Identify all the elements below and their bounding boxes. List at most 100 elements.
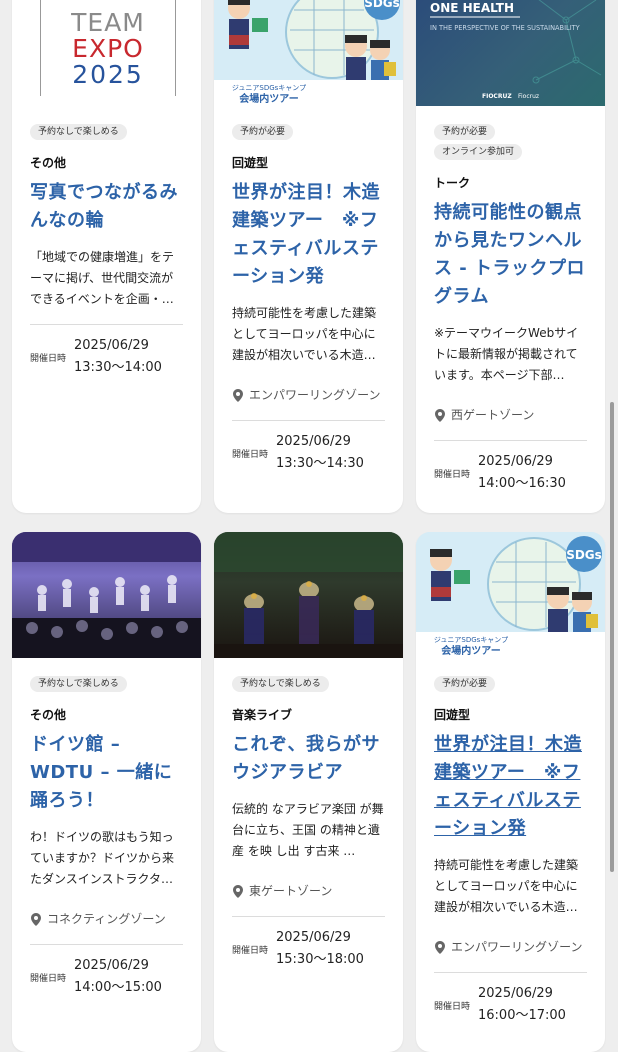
event-thumbnail[interactable]: ONE HEALTH IN THE PERSPECTIVE OF THE SUS… [416,0,605,106]
event-thumbnail[interactable]: SDGs ジュニアSDGsキャンプ 会場内ツアー [214,0,403,106]
event-title-link[interactable]: 写真でつながるみんなの輪 [30,179,183,235]
reservation-tag: 予約なしで楽しめる [30,676,127,692]
datetime-label: 開催日時 [30,353,67,364]
dance-performance-photo [12,532,201,658]
datetime-label: 開催日時 [434,1001,471,1012]
card-slot: ONE HEALTH IN THE PERSPECTIVE OF THE SUS… [416,0,605,513]
event-thumbnail[interactable] [214,532,403,658]
datetime-label: 開催日時 [232,449,269,460]
card-slot: TEAM EXPO 2025 予約なしで楽しめる その他 写真でつながるみんなの… [12,0,201,513]
event-card[interactable]: SDGs ジュニアSDGsキャンプ 会場内ツアー 予約が必要 回遊型 世界が注目… [214,0,403,513]
datetime-label: 開催日時 [30,973,67,984]
tag-list: 予約が必要 オンライン参加可 [434,124,587,160]
event-location: エンパワーリングゾーン [434,936,587,958]
event-datetime: 開催日時 2025/06/29 16:00～17:00 [434,972,587,1027]
event-category: 回遊型 [232,156,269,170]
sdgs-badge-text: SDGs [364,0,400,10]
tag-list: 予約が必要 [434,676,587,692]
reservation-tag: 予約が必要 [232,124,294,140]
event-description: 持続可能性を考慮した建築としてヨーロッパを中心に建設が相次いでいる木造… [232,306,377,362]
event-title-link[interactable]: 世界が注目！木造建築ツアー ※フェスティバルステーション発 [232,179,385,291]
card-body: 予約なしで楽しめる その他 写真でつながるみんなの輪 「地域での健康増進」をテー… [12,106,201,513]
card-body: 予約なしで楽しめる その他 ドイツ館 – WDTU – 一緒に踊ろう！ わ！ドイ… [12,658,201,1052]
sdgs-tour-illustration: SDGs ジュニアSDGsキャンプ 会場内ツアー [416,532,605,658]
event-category: 音楽ライブ [232,708,293,722]
location-pin-icon [435,941,445,954]
reservation-tag: 予約なしで楽しめる [232,676,329,692]
datetime-label: 開催日時 [232,945,269,956]
event-title-link[interactable]: 世界が注目！木造建築ツアー ※フェスティバルステーション発 [434,731,587,843]
logo-text-year: 2025 [72,60,144,89]
sdgs-tour-illustration: SDGs ジュニアSDGsキャンプ 会場内ツアー [214,0,403,106]
event-location: コネクティングゾーン [30,908,183,930]
event-datetime: 開催日時 2025/06/29 15:30～18:00 [232,916,385,971]
event-card[interactable]: SDGs ジュニアSDGsキャンプ 会場内ツアー 予約が必要 回遊型 世界が注目… [416,532,605,1052]
team-expo-logo: TEAM EXPO 2025 [40,0,176,96]
reservation-tag: 予約なしで楽しめる [30,124,127,140]
event-thumbnail[interactable] [12,532,201,658]
event-time: 13:30～14:00 [74,360,162,375]
card-slot: 予約なしで楽しめる 音楽ライブ これぞ、我らがサウジアラビア 伝統的 なアラビア… [214,532,403,1052]
event-date: 2025/06/29 [276,930,351,945]
event-category: トーク [434,176,471,190]
one-health-banner: ONE HEALTH IN THE PERSPECTIVE OF THE SUS… [430,0,602,100]
banner-title: ONE HEALTH [430,1,514,15]
location-pin-icon [31,913,41,926]
location-name: コネクティングゾーン [47,912,166,926]
event-title-link[interactable]: 持続可能性の観点から見たワンヘルス - トラックプログラム [434,199,587,311]
event-date: 2025/06/29 [478,986,553,1001]
card-slot: SDGs ジュニアSDGsキャンプ 会場内ツアー 予約が必要 回遊型 世界が注目… [214,0,403,513]
event-date: 2025/06/29 [276,434,351,449]
event-description: 伝統的 なアラビア楽団 が舞台に立ち、王国 の精神と遺産 を映 し出 す古来 … [232,802,384,858]
event-date: 2025/06/29 [478,454,553,469]
saudi-band-photo [214,532,403,658]
event-card[interactable]: 予約なしで楽しめる その他 ドイツ館 – WDTU – 一緒に踊ろう！ わ！ドイ… [12,532,201,1052]
event-card[interactable]: ONE HEALTH IN THE PERSPECTIVE OF THE SUS… [416,0,605,513]
sdgs-caption-line1: ジュニアSDGsキャンプ [434,636,508,644]
event-category: その他 [30,156,67,170]
event-thumbnail[interactable]: SDGs ジュニアSDGsキャンプ 会場内ツアー [416,532,605,658]
card-slot: SDGs ジュニアSDGsキャンプ 会場内ツアー 予約が必要 回遊型 世界が注目… [416,532,605,1052]
page-scrollbar[interactable] [610,402,614,872]
event-location: エンパワーリングゾーン [232,384,385,406]
datetime-label: 開催日時 [434,469,471,480]
event-date: 2025/06/29 [74,338,149,353]
event-location: 東ゲートゾーン [232,880,385,902]
event-description: 「地域での健康増進」をテーマに掲げ、世代間交流ができるイベントを企画・… [30,250,175,306]
event-time: 14:00～16:30 [478,476,566,491]
event-time: 14:00～15:00 [74,980,162,995]
banner-subtitle: IN THE PERSPECTIVE OF THE SUSTAINABILITY [430,24,581,32]
sdgs-badge-text: SDGs [566,548,602,562]
event-title-link[interactable]: ドイツ館 – WDTU – 一緒に踊ろう！ [30,731,183,815]
tag-list: 予約が必要 [232,124,385,140]
event-card[interactable]: TEAM EXPO 2025 予約なしで楽しめる その他 写真でつながるみんなの… [12,0,201,513]
logo-text-team: TEAM [71,8,145,37]
event-datetime: 開催日時 2025/06/29 13:30～14:00 [30,324,183,379]
event-description: わ！ドイツの歌はもう知っていますか？ドイツから来たダンスインストラクタ… [30,830,175,886]
event-time: 15:30～18:00 [276,952,364,967]
location-pin-icon [233,389,243,402]
event-datetime: 開催日時 2025/06/29 13:30～14:30 [232,420,385,475]
card-body: 予約なしで楽しめる 音楽ライブ これぞ、我らがサウジアラビア 伝統的 なアラビア… [214,658,403,1052]
event-category: 回遊型 [434,708,471,722]
tag-list: 予約なしで楽しめる [30,676,183,692]
tag-list: 予約なしで楽しめる [30,124,183,140]
tag-list: 予約なしで楽しめる [232,676,385,692]
event-date: 2025/06/29 [74,958,149,973]
card-body: 予約が必要 回遊型 世界が注目！木造建築ツアー ※フェスティバルステーション発 … [416,658,605,1052]
reservation-tag: 予約が必要 [434,676,496,692]
event-card[interactable]: 予約なしで楽しめる 音楽ライブ これぞ、我らがサウジアラビア 伝統的 なアラビア… [214,532,403,1052]
location-name: 西ゲートゾーン [451,408,535,422]
location-pin-icon [435,409,445,422]
banner-org-2: Fiocruz [518,93,539,100]
location-pin-icon [233,885,243,898]
card-body: 予約が必要 回遊型 世界が注目！木造建築ツアー ※フェスティバルステーション発 … [214,106,403,513]
event-category: その他 [30,708,67,722]
event-thumbnail[interactable]: TEAM EXPO 2025 [12,0,201,106]
event-title-link[interactable]: これぞ、我らがサウジアラビア [232,731,385,787]
location-name: エンパワーリングゾーン [249,388,381,402]
event-datetime: 開催日時 2025/06/29 14:00～15:00 [30,944,183,999]
logo-text-expo: EXPO [72,34,144,63]
sdgs-caption-line2: 会場内ツアー [239,92,298,105]
event-description: ※テーマウイークWebサイトに最新情報が掲載されています。本ページ下部… [434,326,579,382]
